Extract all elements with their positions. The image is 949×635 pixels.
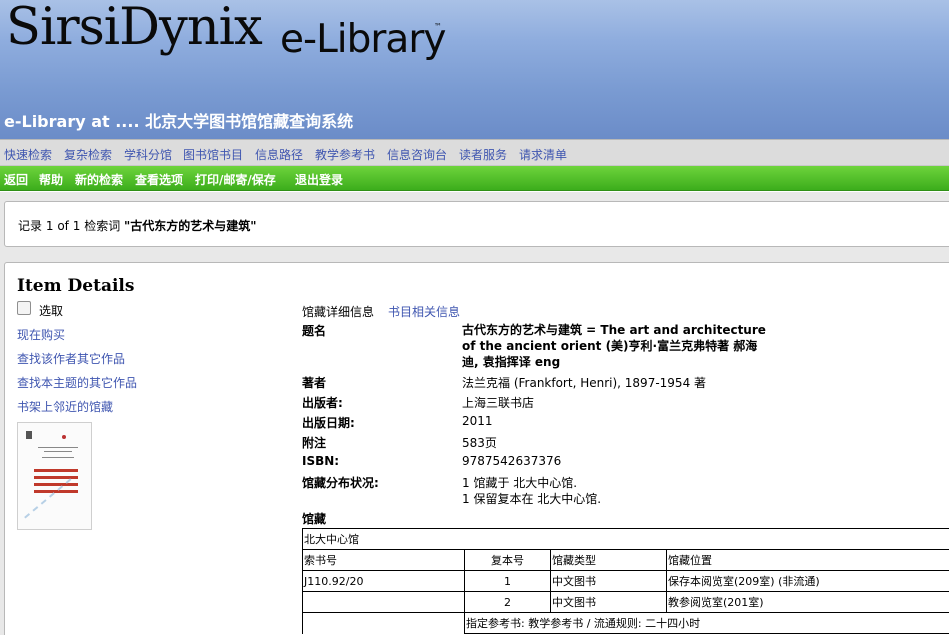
holdings-label: 馆藏 [302, 512, 327, 526]
publisher-label: 出版者: [302, 396, 343, 410]
select-label: 选取 [39, 304, 64, 318]
cover-red-title [34, 476, 78, 479]
table-row: 2 中文图书 教参阅览室(201室) [302, 591, 949, 613]
record-of-label: of [57, 219, 69, 233]
date-value: 2011 [462, 414, 493, 428]
notes-label: 附注 [302, 436, 327, 450]
library-row: 北大中心馆 [302, 528, 949, 550]
tab-bibliographic-info[interactable]: 书目相关信息 [388, 303, 460, 320]
item-details-heading: Item Details [17, 276, 135, 296]
record-position: 1 [45, 219, 54, 233]
distribution-label: 馆藏分布状况: [302, 476, 379, 490]
logout-button[interactable]: 退出登录 [295, 171, 343, 188]
shelf-neighbors-link[interactable]: 书架上邻近的馆藏 [17, 398, 113, 415]
more-on-subject-link[interactable]: 查找本主题的其它作品 [17, 374, 137, 391]
cover-watermark [24, 478, 91, 529]
nav-info-paths[interactable]: 信息路径 [255, 146, 303, 163]
nav-help-desk[interactable]: 信息咨询台 [387, 146, 447, 163]
location-cell: 保存本阅览室(209室) (非流通) [666, 570, 949, 592]
isbn-label: ISBN: [302, 454, 340, 468]
site-title: e-Library at .... 北京大学图书馆馆藏查询系统 [4, 112, 354, 131]
more-by-author-link[interactable]: 查找该作者其它作品 [17, 350, 125, 367]
table-row: J110.92/20 1 中文图书 保存本阅览室(209室) (非流通) [302, 570, 949, 592]
cover-dot [62, 435, 66, 439]
author-label: 著者 [302, 376, 327, 390]
location-cell: 教参阅览室(201室) [666, 591, 949, 613]
column-header: 馆藏位置 [666, 549, 949, 571]
distribution-line-2: 1 保留复本在 北大中心馆. [462, 492, 602, 506]
query-label: 检索词 [84, 219, 121, 233]
cover-author-line [42, 457, 74, 458]
secondary-nav-bar: 返回 帮助 新的检索 查看选项 打印/邮寄/保存 退出登录 [0, 166, 949, 191]
print-email-save-button[interactable]: 打印/邮寄/保存 [195, 171, 276, 188]
library-name: 北大中心馆 [302, 528, 949, 550]
nav-quick-search[interactable]: 快速检索 [4, 146, 52, 163]
buy-now-link[interactable]: 现在购买 [17, 326, 65, 343]
holdings-table: 北大中心馆 索书号 复本号 馆藏类型 馆藏位置 J110.92/20 1 中文图… [302, 528, 949, 634]
nav-course-reserves[interactable]: 教学参考书 [315, 146, 375, 163]
record-total: 1 [72, 219, 81, 233]
select-checkbox[interactable] [17, 301, 31, 315]
publisher-value: 上海三联书店 [462, 396, 535, 410]
call-number-cell [302, 591, 465, 613]
column-header: 复本号 [464, 549, 551, 571]
footnote-row: 指定参考书: 教学参考书 / 流通规则: 二十四小时 [302, 612, 949, 634]
item-type-cell: 中文图书 [550, 570, 667, 592]
nav-request-list[interactable]: 请求清单 [519, 146, 567, 163]
record-prefix: 记录 [18, 219, 43, 233]
empty-cell [302, 612, 465, 634]
e-library-logo: e-Library [280, 17, 446, 62]
cover-subtitle-line [44, 451, 72, 452]
page-header: SirsiDynix e-Library ™ e-Library at ....… [0, 0, 949, 139]
cover-red-title [34, 469, 78, 472]
search-query: "古代东方的艺术与建筑" [124, 219, 257, 233]
reserve-footnote: 指定参考书: 教学参考书 / 流通规则: 二十四小时 [464, 612, 949, 634]
copy-number-cell: 1 [464, 570, 551, 592]
call-number-cell: J110.92/20 [302, 570, 465, 592]
nav-branch-libraries[interactable]: 学科分馆 [124, 146, 172, 163]
title-value: 古代东方的艺术与建筑 = The art and architecture of… [462, 323, 766, 369]
nav-advanced-search[interactable]: 复杂检索 [64, 146, 112, 163]
notes-value: 583页 [462, 436, 497, 450]
table-header-row: 索书号 复本号 馆藏类型 馆藏位置 [302, 549, 949, 571]
column-header: 索书号 [302, 549, 465, 571]
view-options-button[interactable]: 查看选项 [135, 171, 183, 188]
record-summary-box: 记录 1 of 1 检索词 "古代东方的艺术与建筑" [4, 201, 949, 247]
new-search-button[interactable]: 新的检索 [75, 171, 123, 188]
distribution-line-1: 1 馆藏于 北大中心馆. [462, 476, 578, 490]
trademark-mark: ™ [434, 22, 442, 31]
nav-library-catalog[interactable]: 图书馆书目 [183, 146, 243, 163]
sirsidynix-logo: SirsiDynix [6, 0, 263, 57]
date-label: 出版日期: [302, 416, 355, 430]
nav-patron-services[interactable]: 读者服务 [459, 146, 507, 163]
record-summary: 记录 1 of 1 检索词 "古代东方的艺术与建筑" [18, 217, 257, 234]
isbn-value: 9787542637376 [462, 454, 562, 468]
item-type-cell: 中文图书 [550, 591, 667, 613]
cover-publisher-mark [26, 431, 32, 439]
back-button[interactable]: 返回 [4, 171, 28, 188]
book-cover-image [17, 422, 92, 530]
copy-number-cell: 2 [464, 591, 551, 613]
cover-title-line [38, 447, 78, 448]
column-header: 馆藏类型 [550, 549, 667, 571]
help-button[interactable]: 帮助 [39, 171, 63, 188]
author-value: 法兰克福 (Frankfort, Henri), 1897-1954 著 [462, 376, 707, 390]
primary-nav-bar: 快速检索 复杂检索 学科分馆 图书馆书目 信息路径 教学参考书 信息咨询台 读者… [0, 139, 949, 166]
tab-holdings-details[interactable]: 馆藏详细信息 [302, 303, 374, 320]
title-label: 题名 [302, 324, 327, 338]
